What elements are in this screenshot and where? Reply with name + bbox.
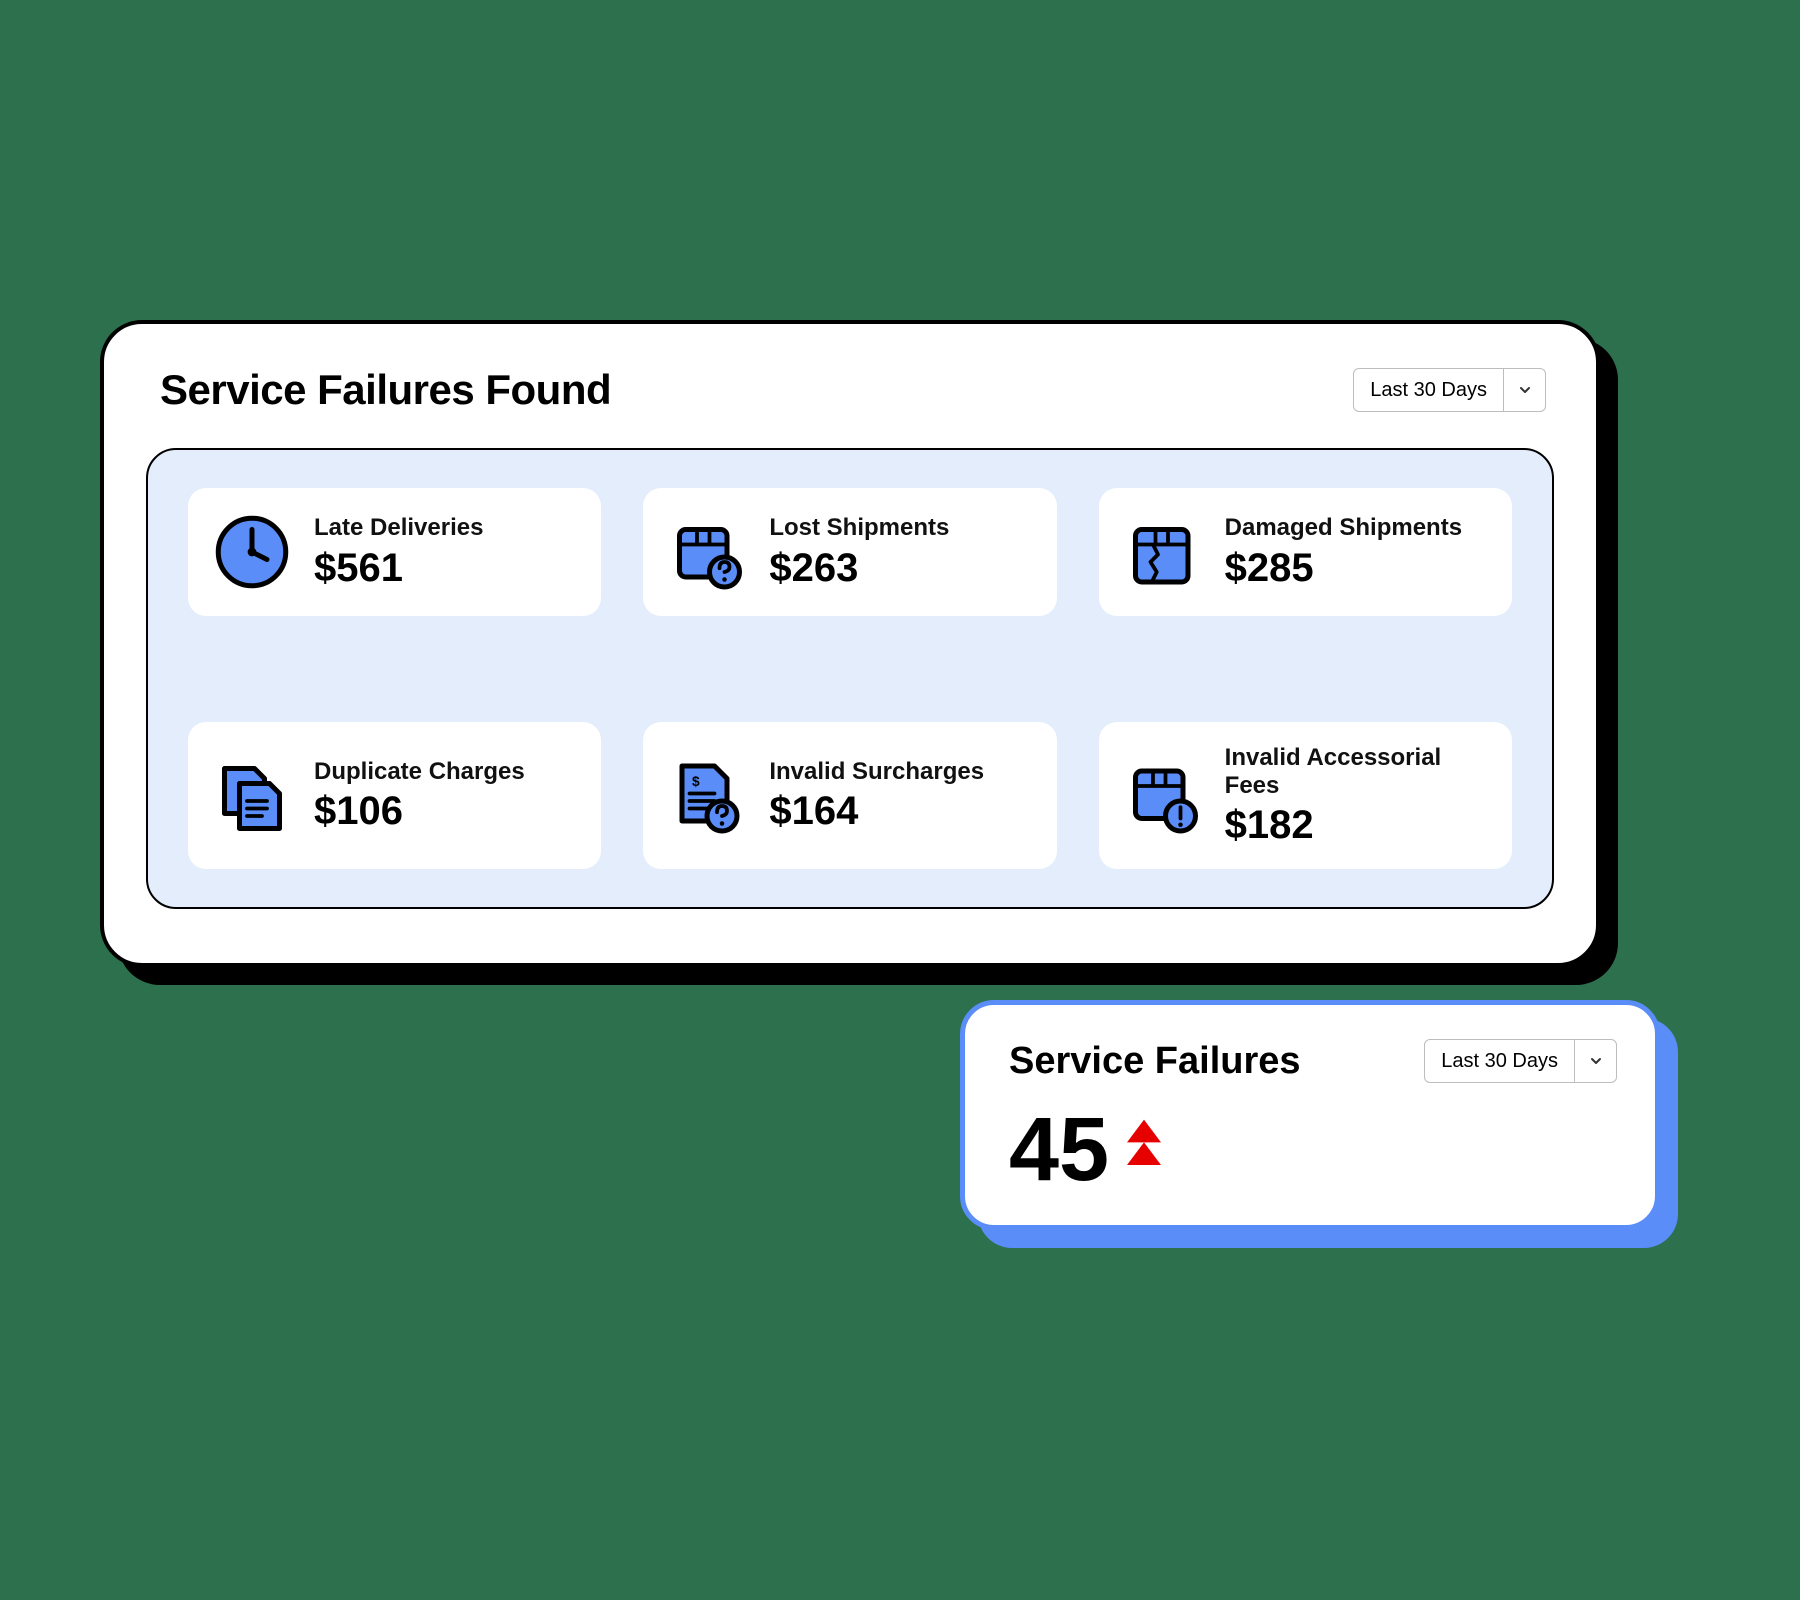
card-invalid-surcharges: $ Invalid Surcharges $164 [643,722,1056,869]
card-value: $263 [769,546,949,590]
time-range-dropdown[interactable]: Last 30 Days [1353,368,1546,412]
svg-text:$: $ [692,774,700,789]
mini-time-range-dropdown[interactable]: Last 30 Days [1424,1039,1617,1083]
summary-value: 45 [1009,1105,1109,1195]
card-value: $285 [1225,546,1462,590]
box-alert-icon [1123,756,1203,836]
service-failures-summary-panel: Service Failures Last 30 Days 45 [960,1000,1660,1230]
box-question-icon [667,512,747,592]
panel-title: Service Failures Found [160,366,611,414]
card-value: $182 [1225,803,1488,847]
card-label: Damaged Shipments [1225,514,1462,542]
card-value: $164 [769,789,984,833]
chevron-down-icon [1503,369,1545,411]
box-damaged-icon [1123,512,1203,592]
card-label: Invalid Surcharges [769,758,984,786]
card-label: Lost Shipments [769,514,949,542]
card-label: Duplicate Charges [314,758,525,786]
card-value: $106 [314,789,525,833]
card-lost-shipments: Lost Shipments $263 [643,488,1056,616]
card-label: Late Deliveries [314,514,483,542]
dropdown-selected-label: Last 30 Days [1425,1040,1574,1082]
card-late-deliveries: Late Deliveries $561 [188,488,601,616]
service-failures-panel: Service Failures Found Last 30 Days [100,320,1600,967]
trend-up-icon [1127,1118,1161,1183]
card-damaged-shipments: Damaged Shipments $285 [1099,488,1512,616]
invoice-question-icon: $ [667,756,747,836]
chevron-down-icon [1574,1040,1616,1082]
card-invalid-accessorial-fees: Invalid Accessorial Fees $182 [1099,722,1512,869]
clock-icon [212,512,292,592]
docs-duplicate-icon [212,756,292,836]
card-duplicate-charges: Duplicate Charges $106 [188,722,601,869]
card-value: $561 [314,546,483,590]
card-label: Invalid Accessorial Fees [1225,744,1488,799]
mini-panel-title: Service Failures [1009,1040,1301,1083]
metrics-grid: Late Deliveries $561 [146,448,1554,909]
dropdown-selected-label: Last 30 Days [1354,369,1503,411]
